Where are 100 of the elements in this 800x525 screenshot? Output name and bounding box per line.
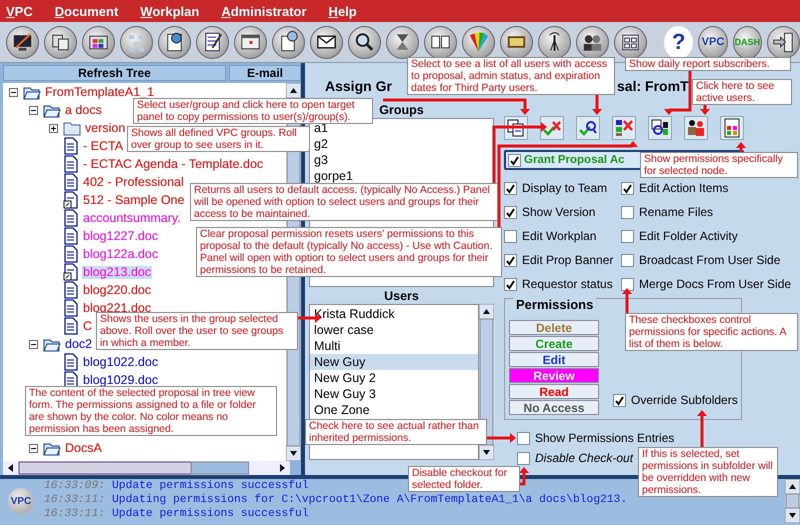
tree-item[interactable]: 512 - Sample One <box>82 194 186 206</box>
menu-item[interactable]: Administrator <box>221 4 307 18</box>
list-item[interactable]: New Guy 2 <box>310 370 478 386</box>
checkbox[interactable] <box>621 182 634 194</box>
toolbar-button[interactable] <box>196 26 229 58</box>
toolbar-button[interactable] <box>538 26 571 58</box>
tree-item[interactable]: - ECTAC Agenda - Template.doc <box>82 158 264 170</box>
checkbox[interactable] <box>508 154 521 166</box>
tree-item[interactable]: blog221.doc <box>82 302 152 314</box>
toolbar-button[interactable] <box>82 26 115 58</box>
checkbox[interactable] <box>621 278 634 290</box>
email-button[interactable]: E-mail <box>229 65 301 81</box>
toolbar-button[interactable] <box>386 26 419 58</box>
toolbar-button[interactable] <box>348 26 381 58</box>
list-item[interactable]: New Guy <box>310 354 478 370</box>
expander-icon[interactable] <box>29 340 38 348</box>
icon-button[interactable] <box>612 116 636 140</box>
folder-icon <box>63 120 81 136</box>
checkbox-label: Show Permissions Entries <box>535 431 674 445</box>
document-icon <box>63 299 79 317</box>
icon-button[interactable] <box>576 116 600 140</box>
toolbar-button[interactable]: VPC <box>698 26 728 58</box>
permission-button[interactable]: Edit <box>509 352 599 367</box>
callout-arrow <box>519 467 529 486</box>
expander-icon[interactable] <box>29 106 38 114</box>
tree-item[interactable]: blog1227.doc <box>82 230 160 242</box>
list-item[interactable]: lower case <box>310 322 478 338</box>
checkbox[interactable] <box>504 278 517 290</box>
toolbar-button[interactable] <box>576 26 609 58</box>
toolbar-button[interactable] <box>158 26 191 58</box>
callout-note: Shows the users in the group selected above. Roll over the user to see groups in which a member. <box>96 312 298 350</box>
callout-arrow <box>700 105 710 115</box>
checkbox[interactable] <box>621 254 634 266</box>
permission-button[interactable]: Delete <box>509 320 599 335</box>
permission-button[interactable]: Read <box>509 384 599 399</box>
checkbox[interactable] <box>504 254 517 266</box>
expander-icon[interactable] <box>9 88 18 96</box>
expander-icon[interactable] <box>49 124 58 132</box>
checkbox[interactable] <box>613 394 626 406</box>
list-item[interactable]: Multi <box>310 338 478 354</box>
toolbar-button[interactable] <box>234 26 267 58</box>
list-item[interactable]: One Zone <box>310 402 478 418</box>
checkbox-label: Edit Action Items <box>639 181 728 195</box>
tree-item[interactable]: blog220.doc <box>82 284 152 296</box>
checkbox-label: Display to Team <box>522 181 608 195</box>
callout-note: Disable checkout for selected folder. <box>408 466 520 492</box>
toolbar-button[interactable] <box>272 26 305 58</box>
tree-item[interactable]: FromTemplateA1_1 <box>44 86 156 98</box>
tree-item[interactable]: C <box>82 320 94 332</box>
menu-item[interactable]: Help <box>328 4 357 18</box>
permission-button[interactable]: Create <box>509 336 599 351</box>
log-time: 16:33:09: <box>44 479 106 493</box>
document-icon <box>63 245 79 263</box>
list-item[interactable]: New Guy 3 <box>310 386 478 402</box>
document-icon <box>63 155 79 173</box>
expander-icon[interactable] <box>29 444 38 452</box>
list-heading: Users <box>384 289 419 304</box>
checkbox[interactable] <box>504 182 517 194</box>
tree-item[interactable]: blog1029.doc <box>82 374 160 386</box>
toolbar-button[interactable] <box>766 26 800 58</box>
callout-arrow <box>592 95 602 115</box>
tree-item[interactable]: a docs <box>64 104 103 116</box>
permission-button[interactable]: Review <box>509 368 599 383</box>
checkbox[interactable] <box>621 206 634 218</box>
toolbar-button[interactable] <box>44 26 77 58</box>
refresh-tree-button[interactable]: Refresh Tree <box>3 65 226 81</box>
panel-title: sal: FromT <box>617 78 689 94</box>
help-button[interactable]: ? <box>664 26 694 58</box>
toolbar-button[interactable] <box>614 26 647 58</box>
tree-item[interactable]: version <box>84 122 126 134</box>
icon-button[interactable] <box>720 116 744 140</box>
tree-item[interactable]: - ECTA <box>82 140 124 152</box>
tree-item[interactable]: DocsA <box>64 442 103 454</box>
tree-item[interactable]: doc2 <box>64 338 94 350</box>
toolbar-button[interactable] <box>6 26 39 58</box>
list-item[interactable]: g2 <box>310 136 493 152</box>
checkbox[interactable] <box>517 452 530 464</box>
toolbar-button[interactable] <box>500 26 533 58</box>
permission-button[interactable]: No Access <box>509 400 599 415</box>
tree-item[interactable]: blog122a.doc <box>82 248 160 260</box>
menu-item[interactable]: Document <box>54 4 118 18</box>
icon-button[interactable] <box>684 116 708 140</box>
checkbox[interactable] <box>621 230 634 242</box>
icon-button[interactable] <box>648 116 672 140</box>
callout-note: Select user/group and click here to open target panel to copy permissions to user(s)/group(s). <box>133 98 373 124</box>
menu-item[interactable]: VPC <box>6 4 33 18</box>
menu-item[interactable]: Workplan <box>140 4 200 18</box>
checkbox-label: Edit Prop Banner <box>522 253 614 267</box>
tree-item[interactable]: blog1022.doc <box>82 356 160 368</box>
toolbar-button[interactable] <box>424 26 457 58</box>
checkbox[interactable] <box>504 206 517 218</box>
tree-item[interactable]: 402 - Professional <box>82 176 185 188</box>
checkbox[interactable] <box>517 432 530 444</box>
tree-item[interactable]: accountsummary. <box>82 212 182 224</box>
callout-arrow <box>487 433 516 443</box>
list-item[interactable]: g3 <box>310 152 493 168</box>
log-message: Updating permissions for C:\vpcroot1\Zone A\FromTemplateA1_1\a docs\blog213. <box>112 493 628 507</box>
list-item[interactable]: gorpe1 <box>310 168 493 184</box>
toolbar-button[interactable] <box>310 26 343 58</box>
checkbox[interactable] <box>504 230 517 242</box>
